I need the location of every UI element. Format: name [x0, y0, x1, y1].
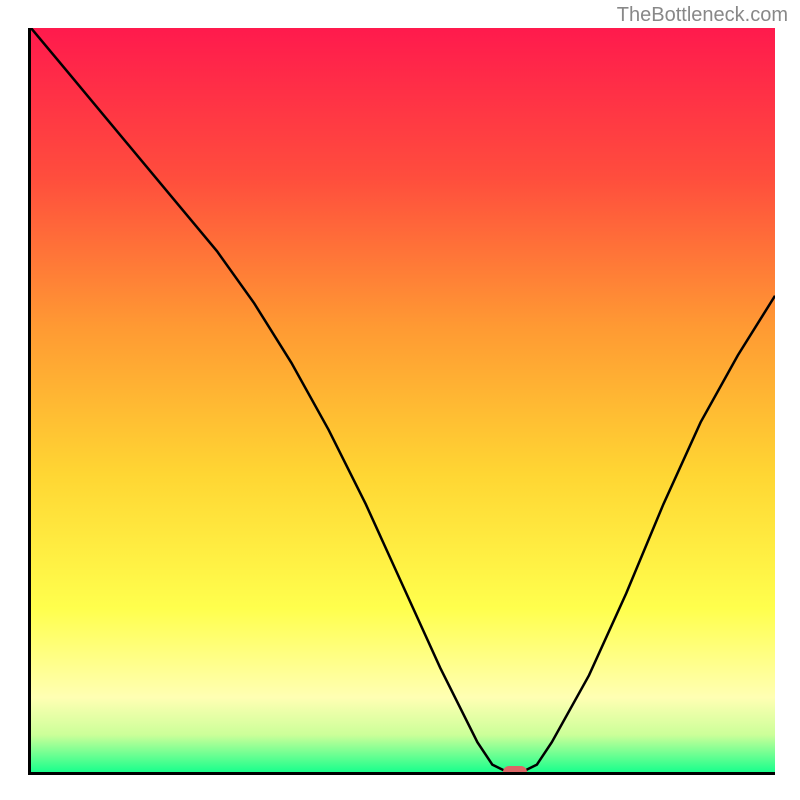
curve-line — [31, 28, 775, 772]
optimal-marker — [503, 766, 527, 775]
watermark-text: TheBottleneck.com — [617, 4, 788, 27]
chart-container: TheBottleneck.com — [0, 0, 800, 800]
plot-area — [28, 28, 775, 775]
